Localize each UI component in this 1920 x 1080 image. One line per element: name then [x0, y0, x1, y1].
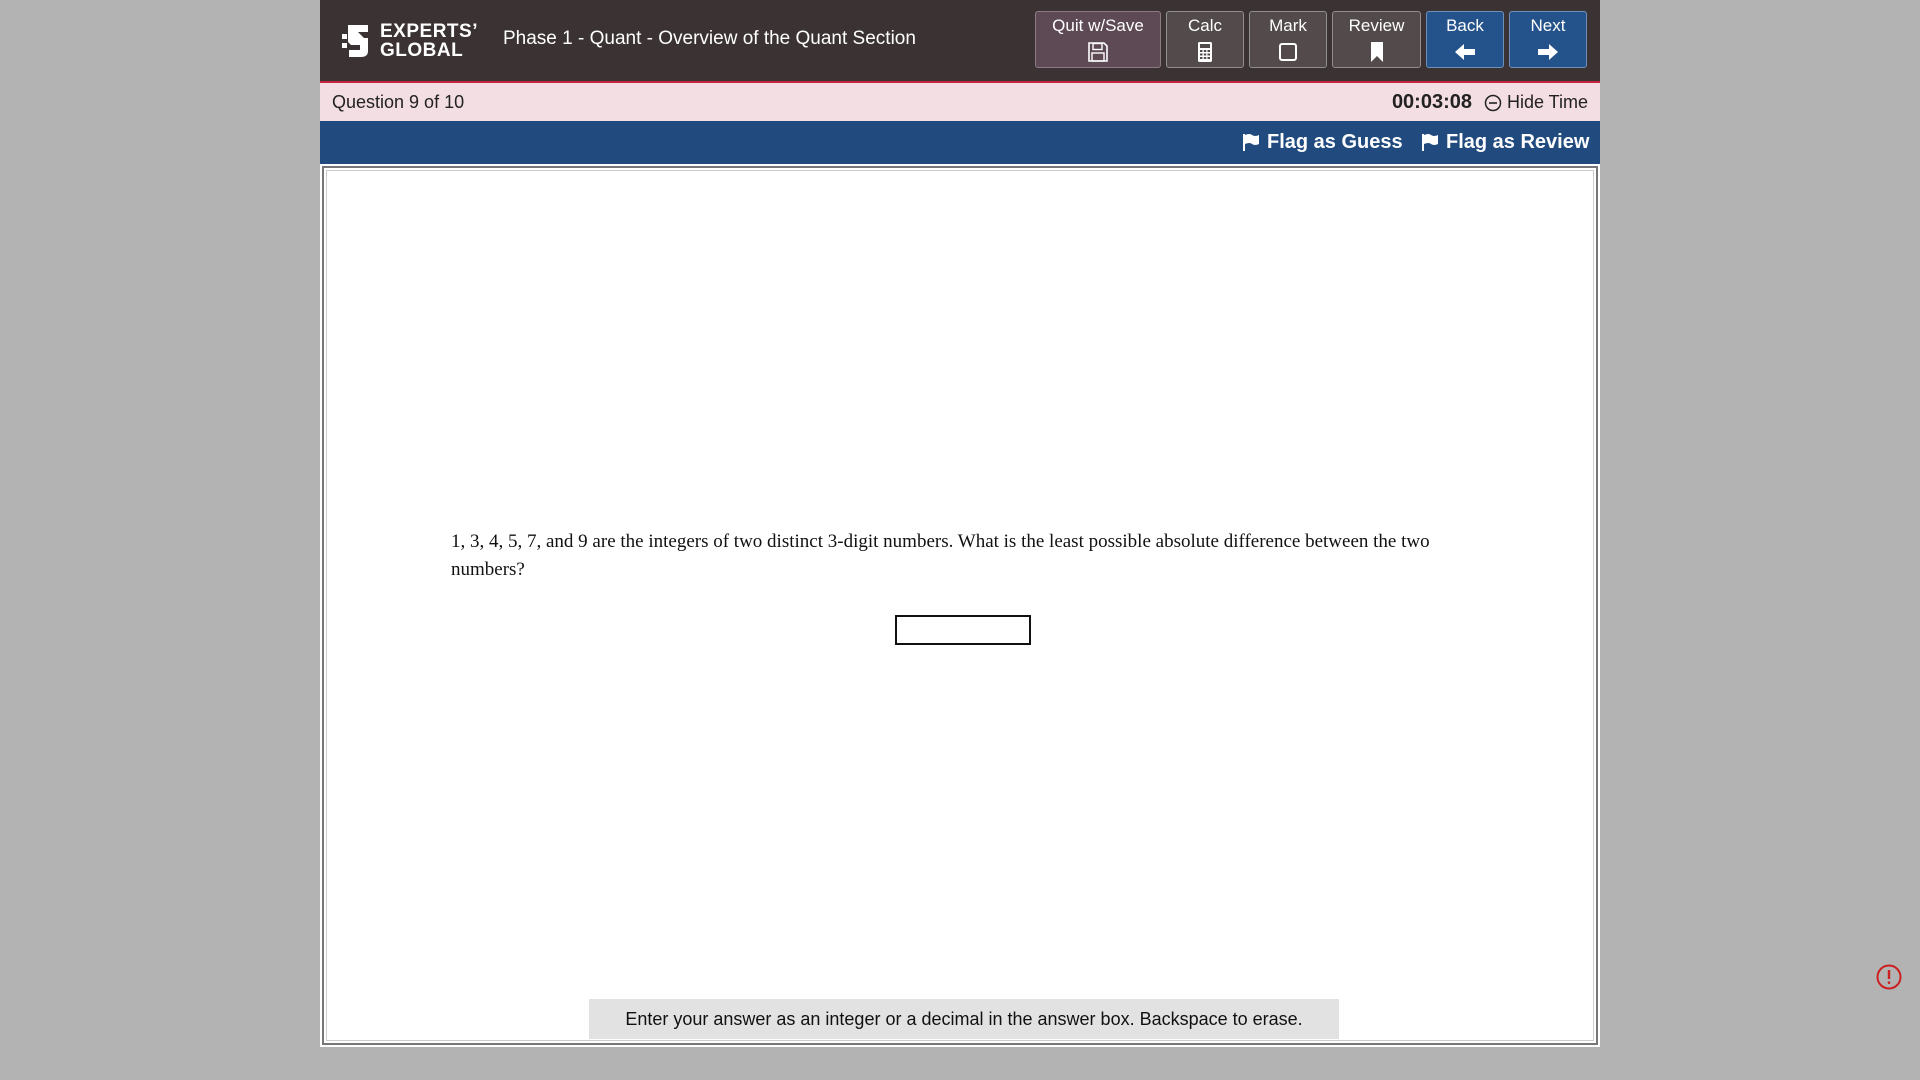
question-counter: Question 9 of 10	[332, 92, 465, 112]
flag-bar: Flag as Guess Flag as Review	[320, 121, 1600, 164]
answer-input[interactable]	[895, 615, 1031, 645]
logo-line-1: EXPERTS’	[380, 21, 478, 42]
flag-as-review-label: Flag as Review	[1446, 131, 1590, 153]
flag-as-guess-label: Flag as Guess	[1267, 131, 1403, 153]
question-panel: 1, 3, 4, 5, 7, and 9 are the integers of…	[322, 166, 1598, 1045]
checkbox-icon	[1279, 43, 1297, 61]
bookmark-icon	[1370, 42, 1383, 62]
quit-save-label: Quit w/Save	[1052, 16, 1144, 35]
top-header: EXPERTS’ GLOBAL Phase 1 - Quant - Overvi…	[320, 0, 1600, 83]
logo-mark-icon	[342, 25, 368, 57]
flag-icon	[1243, 134, 1259, 151]
question-text: 1, 3, 4, 5, 7, and 9 are the integers of…	[451, 531, 1430, 580]
hide-time-toggle[interactable]: Hide Time	[1484, 92, 1588, 113]
calc-button[interactable]: Calc	[1166, 11, 1244, 68]
test-window: EXPERTS’ GLOBAL Phase 1 - Quant - Overvi…	[320, 0, 1600, 1047]
question-panel-inner: 1, 3, 4, 5, 7, and 9 are the integers of…	[326, 170, 1594, 1041]
mark-label: Mark	[1269, 16, 1307, 35]
logo-text: EXPERTS’ GLOBAL	[380, 22, 478, 60]
flag-as-guess-button[interactable]: Flag as Guess	[1242, 131, 1403, 154]
mark-button[interactable]: Mark	[1249, 11, 1327, 68]
next-button[interactable]: Next	[1509, 11, 1587, 68]
flag-icon	[1422, 134, 1438, 151]
review-label: Review	[1348, 16, 1405, 35]
timer: 00:03:08	[1391, 91, 1472, 113]
section-title: Phase 1 - Quant - Overview of the Quant …	[503, 28, 916, 49]
arrow-right-icon	[1538, 44, 1558, 60]
flag-as-review-button[interactable]: Flag as Review	[1421, 131, 1589, 154]
calc-label: Calc	[1187, 16, 1222, 35]
alert-icon[interactable]	[1876, 964, 1902, 990]
minus-circle-icon	[1484, 94, 1502, 111]
logo: EXPERTS’ GLOBAL	[340, 20, 478, 62]
quit-save-button[interactable]: Quit w/Save	[1035, 11, 1161, 68]
answer-instruction: Enter your answer as an integer or a dec…	[589, 999, 1339, 1039]
back-label: Back	[1446, 16, 1484, 35]
arrow-left-icon	[1455, 44, 1475, 60]
question-info-bar: Question 9 of 10 00:03:08 Hide Time	[320, 83, 1600, 121]
back-button[interactable]: Back	[1426, 11, 1504, 68]
logo-line-2: GLOBAL	[380, 40, 464, 61]
calculator-icon	[1198, 42, 1212, 62]
hide-time-label: Hide Time	[1506, 92, 1588, 112]
next-label: Next	[1530, 16, 1566, 35]
save-icon	[1088, 42, 1108, 62]
review-button[interactable]: Review	[1332, 11, 1421, 68]
